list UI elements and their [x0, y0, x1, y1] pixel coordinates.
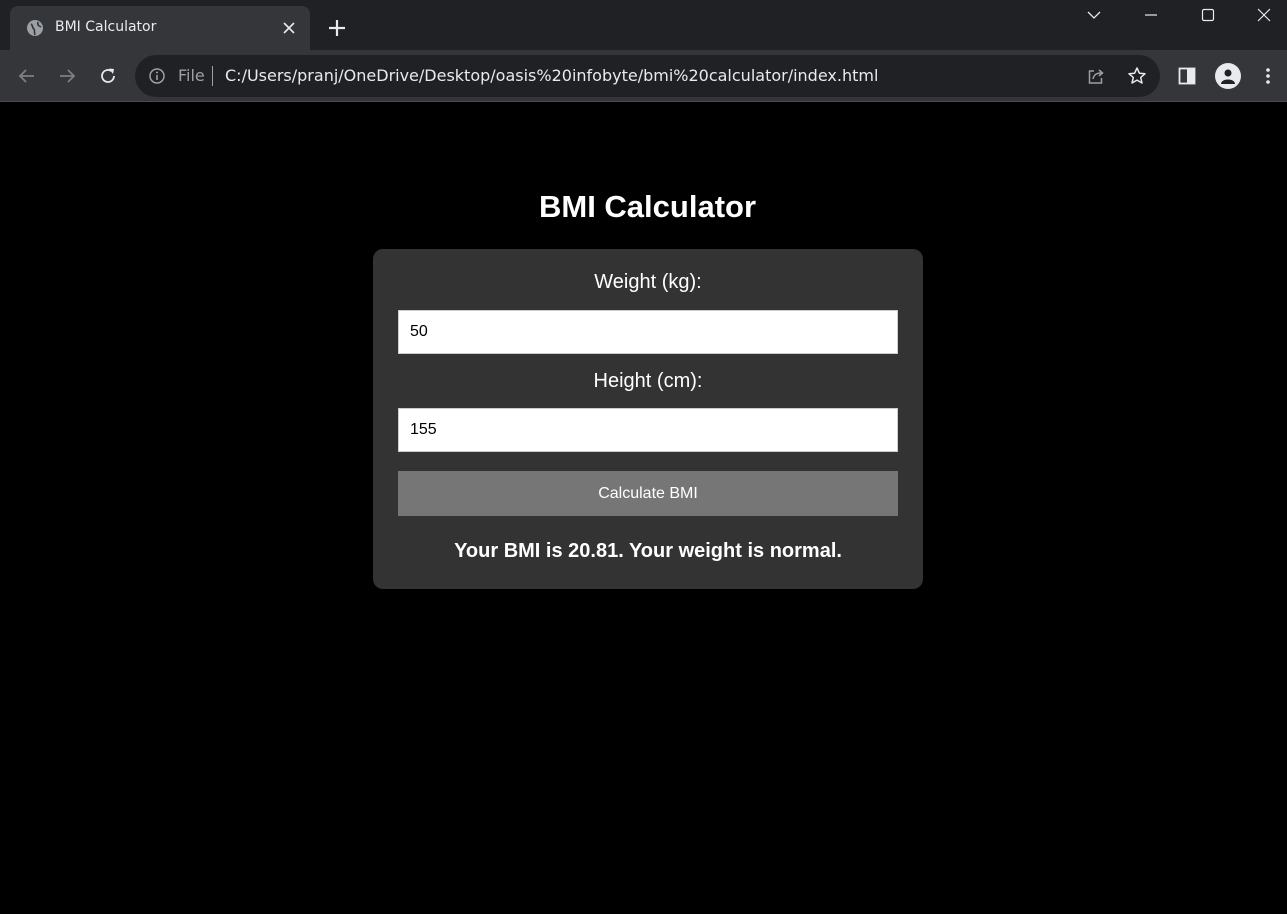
- back-icon[interactable]: [14, 63, 40, 89]
- browser-titlebar: BMI Calculator: [0, 0, 1287, 50]
- maximize-icon[interactable]: [1185, 0, 1231, 30]
- share-icon[interactable]: [1086, 66, 1106, 86]
- close-tab-icon[interactable]: [280, 19, 298, 37]
- side-panel-icon[interactable]: [1174, 63, 1200, 89]
- bookmark-star-icon[interactable]: [1127, 66, 1147, 86]
- calculate-bmi-button[interactable]: Calculate BMI: [398, 471, 898, 516]
- reload-icon[interactable]: [95, 63, 121, 89]
- weight-input[interactable]: [398, 310, 898, 354]
- info-icon[interactable]: [148, 67, 166, 85]
- page-title: BMI Calculator: [538, 189, 757, 224]
- globe-icon: [26, 19, 44, 37]
- height-input[interactable]: [398, 408, 898, 452]
- new-tab-icon[interactable]: [326, 17, 348, 39]
- address-separator: [212, 66, 213, 86]
- weight-label: Weight (kg):: [594, 271, 702, 293]
- height-label: Height (cm):: [593, 370, 703, 392]
- browser-toolbar: File C:/Users/pranj/OneDrive/Desktop/oas…: [0, 50, 1287, 102]
- profile-icon[interactable]: [1215, 63, 1241, 89]
- browser-tab[interactable]: BMI Calculator: [10, 6, 310, 50]
- bmi-form-card: Weight (kg): Height (cm): Calculate BMI …: [373, 249, 923, 589]
- forward-icon[interactable]: [54, 63, 80, 89]
- bmi-result-text: Your BMI is 20.81. Your weight is normal…: [454, 540, 842, 562]
- url-text[interactable]: C:/Users/pranj/OneDrive/Desktop/oasis%20…: [225, 66, 878, 85]
- address-scheme-label: File: [178, 66, 205, 85]
- minimize-icon[interactable]: [1128, 0, 1174, 30]
- page-content: BMI Calculator Weight (kg): Height (cm):…: [0, 103, 1287, 914]
- close-window-icon[interactable]: [1241, 0, 1287, 30]
- address-bar[interactable]: File C:/Users/pranj/OneDrive/Desktop/oas…: [135, 55, 1160, 97]
- tab-title: BMI Calculator: [55, 19, 157, 35]
- tab-search-chevron-icon[interactable]: [1071, 0, 1117, 30]
- more-menu-icon[interactable]: [1255, 63, 1281, 89]
